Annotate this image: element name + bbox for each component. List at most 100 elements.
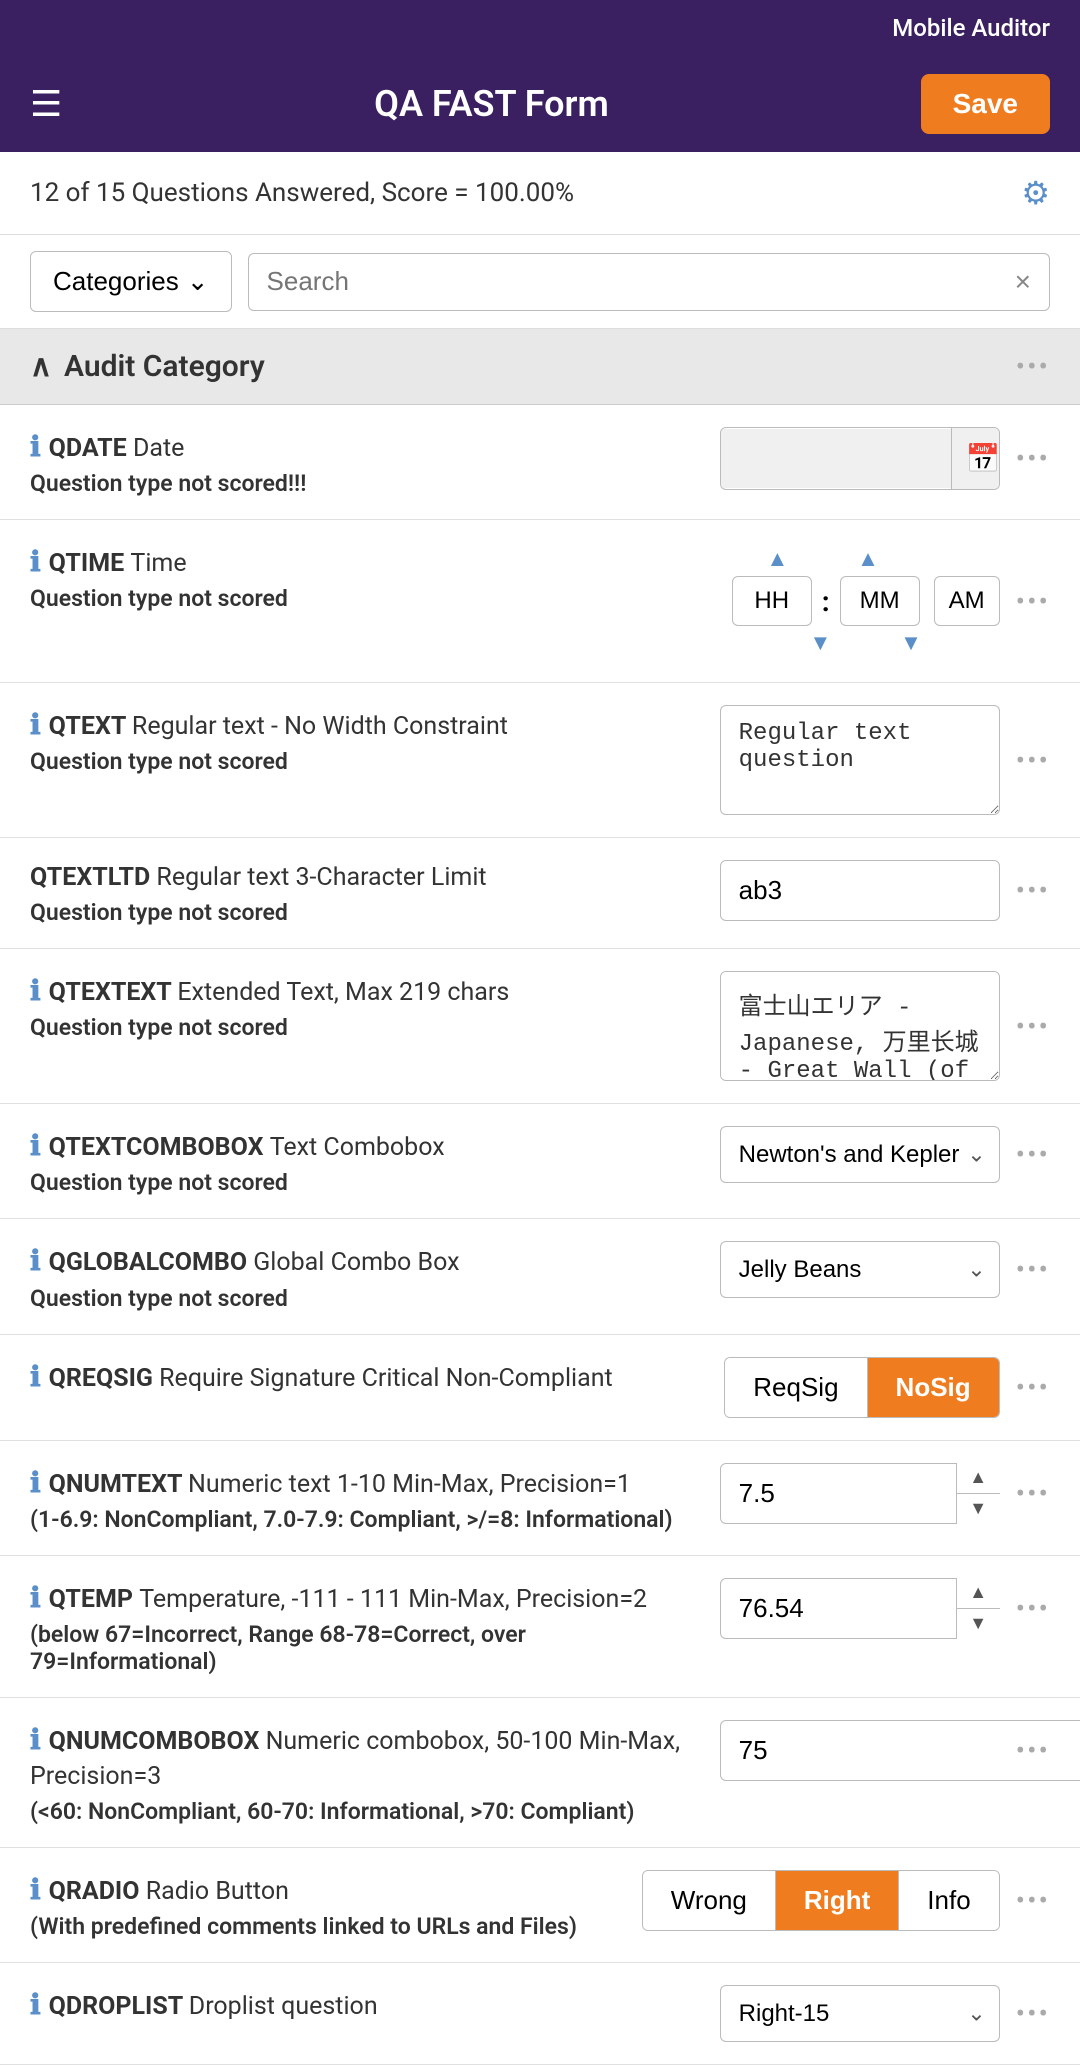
question-row: ℹQTEMP Temperature, -111 - 111 Min-Max, … [0, 1556, 1080, 1698]
question-dots-menu[interactable]: ••• [1016, 1592, 1050, 1625]
question-sublabel: Question type not scored!!! [30, 470, 704, 497]
question-sublabel: (With predefined comments linked to URLs… [30, 1913, 626, 1940]
question-row: ℹQDROPLIST Droplist question Right-15Opti… [0, 1963, 1080, 2065]
question-label: ℹQTEMP Temperature, -111 - 111 Min-Max, … [30, 1578, 704, 1617]
question-right: ▲ ▲:AM▼ ▼••• [732, 542, 1050, 660]
time-hh-input[interactable] [732, 576, 812, 626]
question-row: ℹQGLOBALCOMBO Global Combo BoxQuestion t… [0, 1219, 1080, 1334]
info-icon[interactable]: ℹ [30, 1244, 41, 1277]
text-input[interactable] [720, 860, 1000, 921]
question-row: ℹQTEXT Regular text - No Width Constrain… [0, 683, 1080, 838]
select-input[interactable]: Jelly BeansOption 2Option 3 [720, 1241, 1000, 1298]
number-spin-down[interactable]: ▼ [957, 1494, 1000, 1524]
calendar-icon[interactable]: 📅 [951, 428, 1000, 489]
question-dots-menu[interactable]: ••• [1016, 585, 1050, 618]
button-group-item-wrong[interactable]: Wrong [643, 1871, 776, 1930]
button-group-item-nosig[interactable]: NoSig [868, 1358, 999, 1417]
question-row: ℹQTEXTCOMBOBOX Text ComboboxQuestion typ… [0, 1104, 1080, 1219]
question-sublabel: Question type not scored [30, 899, 704, 926]
info-icon[interactable]: ℹ [30, 1873, 41, 1906]
time-mm-up[interactable]: ▲ [839, 542, 897, 576]
textarea-input[interactable] [720, 971, 1000, 1081]
info-icon[interactable]: ℹ [30, 1723, 41, 1756]
question-sublabel: (below 67=Incorrect, Range 68-78=Correct… [30, 1621, 704, 1675]
question-sublabel: Question type not scored [30, 748, 704, 775]
info-icon[interactable]: ℹ [30, 1360, 41, 1393]
number-spin-up[interactable]: ▲ [957, 1463, 1000, 1494]
question-dots-menu[interactable]: ••• [1016, 1477, 1050, 1510]
question-dots-menu[interactable]: ••• [1016, 1253, 1050, 1286]
button-group-item-reqsig[interactable]: ReqSig [725, 1358, 867, 1417]
question-row: QTEXTLTD Regular text 3-Character LimitQ… [0, 838, 1080, 949]
button-group-item-right[interactable]: Right [776, 1871, 899, 1930]
question-label: ℹQRADIO Radio Button [30, 1870, 626, 1909]
select-input[interactable]: Newton's and Kepler's LawsOption 2Option… [720, 1126, 1000, 1183]
time-mm-input[interactable] [840, 576, 920, 626]
question-dots-menu[interactable]: ••• [1016, 1884, 1050, 1917]
textarea-input[interactable] [720, 705, 1000, 815]
question-left: ℹQNUMTEXT Numeric text 1-10 Min-Max, Pre… [30, 1463, 704, 1533]
question-dots-menu[interactable]: ••• [1016, 1734, 1050, 1767]
question-left: ℹQNUMCOMBOBOX Numeric combobox, 50-100 M… [30, 1720, 704, 1825]
question-sublabel: Question type not scored [30, 1014, 704, 1041]
number-spin-down[interactable]: ▼ [957, 1609, 1000, 1639]
info-icon[interactable]: ℹ [30, 708, 41, 741]
number-spinners: ▲▼ [956, 1463, 1000, 1524]
question-dots-menu[interactable]: ••• [1016, 1997, 1050, 2030]
number-spinners: ▲▼ [956, 1578, 1000, 1639]
question-dots-menu[interactable]: ••• [1016, 442, 1050, 475]
save-button[interactable]: Save [921, 74, 1050, 134]
question-right: WrongRightInfo ••• [642, 1870, 1050, 1931]
question-row: ℹQNUMCOMBOBOX Numeric combobox, 50-100 M… [0, 1698, 1080, 1848]
category-dots-menu[interactable]: ••• [1016, 350, 1050, 383]
question-left: ℹQTEMP Temperature, -111 - 111 Min-Max, … [30, 1578, 704, 1675]
info-icon[interactable]: ℹ [30, 545, 41, 578]
categories-button[interactable]: Categories ⌄ [30, 251, 232, 312]
search-clear-button[interactable]: × [1015, 266, 1031, 298]
time-mm-down[interactable]: ▼ [882, 626, 940, 660]
question-dots-menu[interactable]: ••• [1016, 744, 1050, 777]
question-dots-menu[interactable]: ••• [1016, 1371, 1050, 1404]
info-icon[interactable]: ℹ [30, 1988, 41, 2021]
time-ampm-button[interactable]: AM [934, 576, 1000, 626]
button-group: WrongRightInfo [642, 1870, 1000, 1931]
categories-label: Categories [53, 266, 179, 297]
question-row: ℹQTIME TimeQuestion type not scored▲ ▲:A… [0, 520, 1080, 683]
filter-bar: Categories ⌄ × [0, 235, 1080, 329]
info-icon[interactable]: ℹ [30, 974, 41, 1007]
date-input-wrapper: 📅 [720, 427, 1000, 490]
question-sublabel: Question type not scored [30, 1285, 704, 1312]
question-row: ℹQREQSIG Require Signature Critical Non-… [0, 1335, 1080, 1441]
top-bar: Mobile Auditor [0, 0, 1080, 56]
button-group-item-info[interactable]: Info [899, 1871, 998, 1930]
time-hh-up[interactable]: ▲ [749, 542, 807, 576]
time-up-row: ▲ ▲ [749, 542, 983, 576]
question-dots-menu[interactable]: ••• [1016, 1138, 1050, 1171]
question-label: ℹQTEXTCOMBOBOX Text Combobox [30, 1126, 704, 1165]
question-dots-menu[interactable]: ••• [1016, 1010, 1050, 1043]
question-right: ••• [720, 705, 1050, 815]
time-colon: : [818, 585, 834, 618]
question-left: ℹQTEXT Regular text - No Width Constrain… [30, 705, 704, 775]
number-spin-up[interactable]: ▲ [957, 1578, 1000, 1609]
info-icon[interactable]: ℹ [30, 430, 41, 463]
info-icon[interactable]: ℹ [30, 1581, 41, 1614]
score-bar: 12 of 15 Questions Answered, Score = 100… [0, 152, 1080, 235]
select-input[interactable]: Right-15Option 2Option 3 [720, 1985, 1000, 2042]
search-input[interactable] [267, 266, 1015, 297]
question-left: ℹQREQSIG Require Signature Critical Non-… [30, 1357, 708, 1396]
date-input[interactable] [721, 429, 951, 488]
time-wrapper: ▲ ▲:AM▼ ▼ [732, 542, 1000, 660]
question-left: ℹQDROPLIST Droplist question [30, 1985, 704, 2024]
info-icon[interactable]: ℹ [30, 1466, 41, 1499]
gear-icon[interactable]: ⚙ [1021, 174, 1050, 212]
question-dots-menu[interactable]: ••• [1016, 874, 1050, 907]
hamburger-icon[interactable]: ☰ [30, 86, 62, 122]
info-icon[interactable]: ℹ [30, 1129, 41, 1162]
question-label: ℹQTEXTEXT Extended Text, Max 219 chars [30, 971, 704, 1010]
app-name: Mobile Auditor [892, 14, 1050, 42]
question-label: ℹQNUMCOMBOBOX Numeric combobox, 50-100 M… [30, 1720, 704, 1794]
time-hh-down[interactable]: ▼ [792, 626, 850, 660]
collapse-icon[interactable]: ∧ [30, 349, 52, 384]
category-name: Audit Category [64, 349, 265, 384]
